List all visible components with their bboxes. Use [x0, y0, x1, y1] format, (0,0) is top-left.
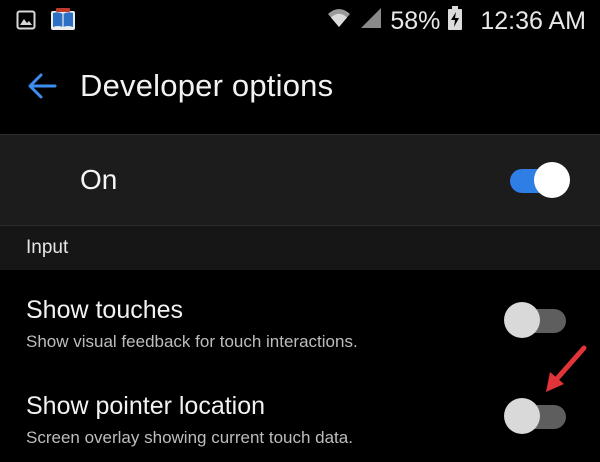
- setting-show-pointer-location[interactable]: Show pointer location Screen overlay sho…: [0, 368, 600, 462]
- app-bar: Developer options: [0, 40, 600, 134]
- signal-icon: [360, 7, 382, 35]
- toggle-thumb: [504, 398, 540, 434]
- section-header-input: Input: [0, 226, 600, 270]
- wifi-icon: [326, 7, 352, 35]
- toggle-thumb: [534, 162, 570, 198]
- system-status: 58% 12:36 AM: [326, 6, 586, 36]
- back-button[interactable]: [22, 68, 62, 108]
- battery-charging-icon: [448, 6, 463, 36]
- developer-options-master-switch-row[interactable]: On: [0, 134, 600, 226]
- arrow-left-icon: [27, 73, 57, 104]
- settings-screen: 58% 12:36 AM Developer options On Input …: [0, 0, 600, 462]
- section-title: Input: [26, 237, 69, 258]
- setting-title: Show pointer location: [26, 392, 266, 420]
- book-app-icon: [50, 8, 76, 37]
- gallery-icon: [16, 10, 36, 35]
- battery-percent: 58%: [390, 7, 441, 35]
- annotation-arrow-icon: [540, 344, 590, 396]
- setting-title: Show touches: [26, 296, 184, 324]
- setting-show-touches[interactable]: Show touches Show visual feedback for to…: [0, 272, 600, 368]
- clock: 12:36 AM: [480, 7, 586, 35]
- setting-summary: Screen overlay showing current touch dat…: [26, 428, 353, 447]
- master-toggle[interactable]: [506, 160, 570, 200]
- show-pointer-location-toggle[interactable]: [504, 396, 568, 436]
- page-title: Developer options: [80, 68, 334, 103]
- notification-icons: [16, 8, 76, 37]
- setting-summary: Show visual feedback for touch interacti…: [26, 332, 358, 351]
- master-switch-label: On: [80, 164, 118, 195]
- show-touches-toggle[interactable]: [504, 300, 568, 340]
- toggle-thumb: [504, 302, 540, 338]
- status-bar: 58% 12:36 AM: [0, 0, 600, 40]
